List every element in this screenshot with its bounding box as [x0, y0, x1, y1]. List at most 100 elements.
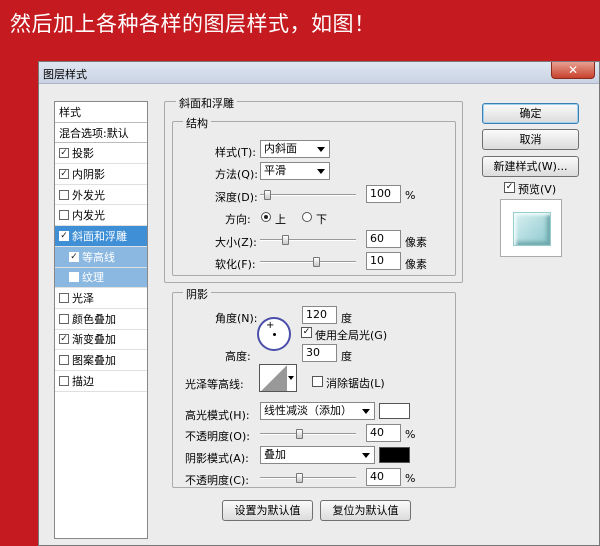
altitude-label: 高度: — [225, 350, 251, 363]
highlight-opacity-slider[interactable] — [260, 429, 356, 439]
style-checkbox[interactable] — [59, 313, 69, 324]
soften-unit: 像素 — [405, 258, 427, 271]
depth-input[interactable]: 100 — [366, 185, 401, 203]
style-checkbox[interactable] — [69, 272, 79, 283]
angle-label: 角度(N): — [215, 312, 258, 325]
shadow-color-swatch[interactable] — [379, 447, 410, 463]
cancel-button[interactable]: 取消 — [482, 129, 579, 150]
style-list-item[interactable]: ✓ 斜面和浮雕 — [55, 226, 147, 247]
style-checkbox[interactable]: ✓ — [59, 230, 69, 241]
gloss-contour-label: 光泽等高线: — [185, 378, 244, 391]
slider-thumb[interactable] — [296, 429, 303, 439]
style-checkbox[interactable] — [59, 210, 69, 221]
reset-default-button[interactable]: 复位为默认值 — [320, 500, 411, 521]
technique-dropdown[interactable]: 平滑 — [260, 162, 330, 180]
shadow-opacity-input[interactable]: 40 — [366, 468, 401, 486]
blending-options-item[interactable]: 混合选项:默认 — [55, 123, 147, 144]
style-dropdown[interactable]: 内斜面 — [260, 140, 330, 158]
structure-title: 结构 — [183, 115, 211, 131]
style-list-item[interactable]: 光泽 — [55, 288, 147, 309]
highlight-opacity-input[interactable]: 40 — [366, 424, 401, 442]
style-preview-box — [500, 199, 562, 257]
soften-input[interactable]: 10 — [366, 252, 401, 270]
style-list-item-label: 外发光 — [72, 188, 105, 202]
style-checkbox[interactable] — [59, 375, 69, 386]
style-list-item[interactable]: 内发光 — [55, 205, 147, 227]
style-list-item[interactable]: 图案叠加 — [55, 350, 147, 371]
antialias-checkbox[interactable] — [312, 376, 323, 387]
style-list-item-label: 等高线 — [82, 250, 115, 264]
make-default-button[interactable]: 设置为默认值 — [222, 500, 313, 521]
shadow-opacity-slider[interactable] — [260, 473, 356, 483]
global-light-checkbox[interactable]: ✓ — [301, 327, 312, 338]
style-checkbox[interactable]: ✓ — [59, 168, 69, 179]
shadow-opacity-label: 不透明度(C): — [185, 474, 249, 487]
depth-unit: % — [405, 189, 416, 202]
technique-label: 方法(Q): — [215, 168, 258, 181]
style-checkbox[interactable]: ✓ — [69, 251, 79, 262]
direction-down-radio[interactable] — [302, 212, 312, 222]
direction-label: 方向: — [225, 213, 251, 226]
style-list-item[interactable]: ✓ 内阴影 — [55, 164, 147, 185]
preview-checkbox[interactable]: ✓ — [504, 182, 515, 193]
size-input[interactable]: 60 — [366, 230, 401, 248]
style-preview-swatch — [513, 212, 551, 246]
angle-unit: 度 — [341, 312, 352, 325]
highlight-opacity-unit: % — [405, 428, 416, 441]
angle-dial[interactable]: + — [257, 317, 291, 351]
style-list-item-label: 投影 — [72, 147, 94, 161]
style-list-item[interactable]: 纹理 — [55, 267, 147, 289]
slider-thumb[interactable] — [282, 235, 289, 245]
preview-label: 预览(V) — [518, 183, 557, 196]
highlight-mode-label: 高光模式(H): — [185, 409, 250, 422]
style-checkbox[interactable] — [59, 293, 69, 304]
slider-thumb[interactable] — [296, 473, 303, 483]
size-unit: 像素 — [405, 236, 427, 249]
style-list-item[interactable]: ✓ 渐变叠加 — [55, 330, 147, 351]
antialias-label: 消除锯齿(L) — [326, 377, 385, 390]
banner-text: 然后加上各种各样的图层样式，如图！ — [10, 12, 376, 36]
style-list-item[interactable]: ✓ 等高线 — [55, 246, 147, 268]
style-list-item-label: 渐变叠加 — [72, 333, 116, 347]
size-label: 大小(Z): — [215, 236, 257, 249]
altitude-input[interactable]: 30 — [302, 344, 337, 362]
style-checkbox[interactable] — [59, 355, 69, 366]
dropdown-arrow-icon — [317, 169, 325, 174]
style-list: 样式 混合选项:默认 ✓ 投影 ✓ 内阴影 外发光 内发光 ✓ 斜面和浮雕 ✓ 等高线 纹理 光泽 颜色… — [54, 101, 148, 539]
style-list-item-label: 内发光 — [72, 209, 105, 223]
title-bar: 图层样式 ✕ — [39, 62, 599, 84]
angle-center-dot — [273, 333, 276, 336]
style-checkbox[interactable]: ✓ — [59, 334, 69, 345]
style-list-item[interactable]: ✓ 投影 — [55, 143, 147, 165]
highlight-mode-dropdown[interactable]: 线性减淡（添加） — [260, 402, 375, 420]
close-button[interactable]: ✕ — [551, 62, 595, 79]
layer-style-dialog: 图层样式 ✕ 样式 混合选项:默认 ✓ 投影 ✓ 内阴影 外发光 内发光 ✓ 斜面和浮雕 ✓ 等高… — [38, 61, 600, 546]
style-list-item-label: 光泽 — [72, 292, 94, 306]
style-list-item[interactable]: 颜色叠加 — [55, 309, 147, 330]
depth-slider[interactable] — [260, 190, 356, 200]
style-list-item[interactable]: 外发光 — [55, 185, 147, 206]
style-list-item-label: 纹理 — [82, 271, 104, 285]
dropdown-arrow-icon — [317, 147, 325, 152]
new-style-button[interactable]: 新建样式(W)... — [482, 156, 579, 177]
style-checkbox[interactable] — [59, 189, 69, 200]
highlight-color-swatch[interactable] — [379, 403, 410, 419]
bevel-emboss-title: 斜面和浮雕 — [176, 95, 237, 111]
ok-button[interactable]: 确定 — [482, 103, 579, 124]
style-list-item-label: 斜面和浮雕 — [72, 229, 127, 243]
style-list-header[interactable]: 样式 — [55, 102, 147, 123]
style-value: 内斜面 — [264, 142, 297, 155]
soften-label: 软化(F): — [215, 258, 256, 271]
soften-slider[interactable] — [260, 257, 356, 267]
style-list-item[interactable]: 描边 — [55, 371, 147, 392]
slider-thumb[interactable] — [313, 257, 320, 267]
shadow-opacity-unit: % — [405, 472, 416, 485]
angle-input[interactable]: 120 — [302, 306, 337, 324]
shadow-mode-dropdown[interactable]: 叠加 — [260, 446, 375, 464]
direction-up-radio[interactable] — [261, 212, 271, 222]
size-slider[interactable] — [260, 235, 356, 245]
gloss-contour-picker[interactable] — [259, 364, 297, 392]
slider-thumb[interactable] — [264, 190, 271, 200]
style-checkbox[interactable]: ✓ — [59, 148, 69, 159]
angle-crosshair-icon: + — [266, 320, 275, 331]
